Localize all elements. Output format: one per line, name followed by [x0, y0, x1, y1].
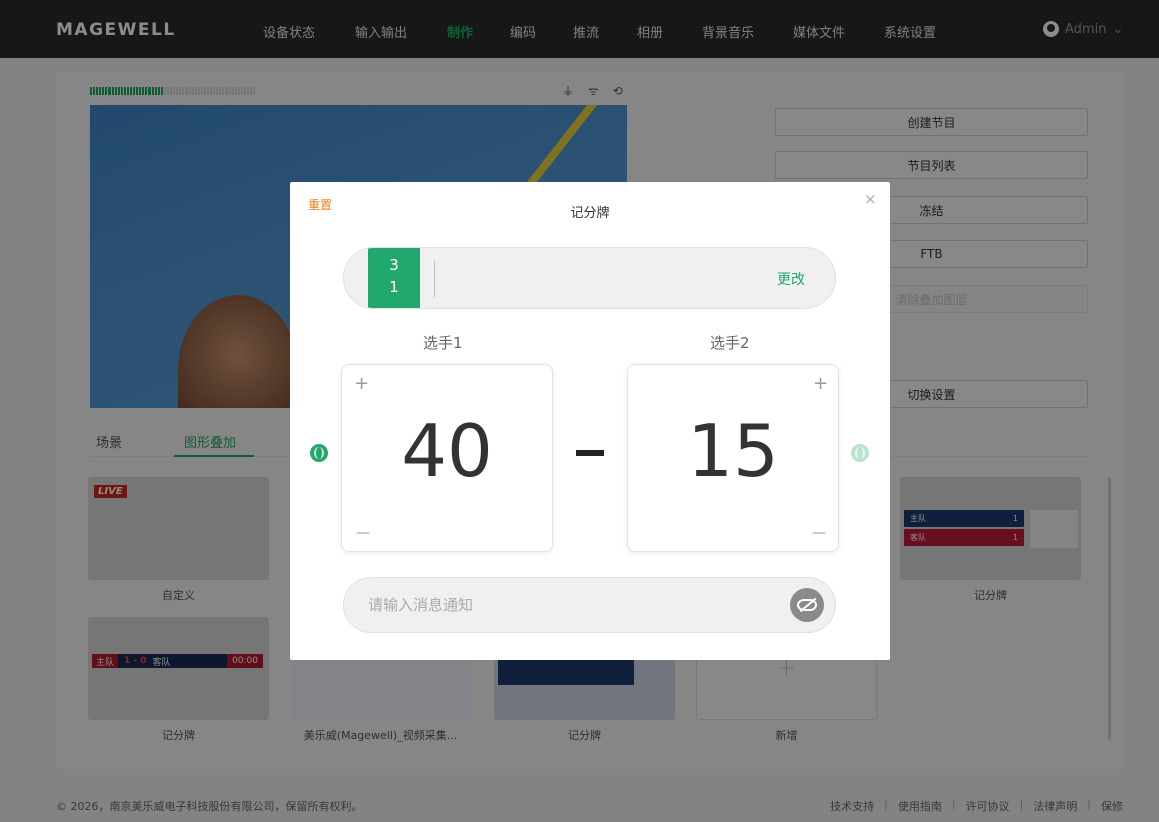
player1-score-card: + 40 — — [341, 364, 553, 552]
scoreboard-dialog: 重置 记分牌 × 3 1 更改 选手1 选手2 + 40 — + 15 — — [290, 182, 890, 660]
player2-label: 选手2 — [710, 334, 750, 352]
close-icon[interactable]: × — [864, 190, 877, 208]
set-score-bar: 3 1 更改 — [343, 247, 836, 309]
change-button[interactable]: 更改 — [777, 269, 805, 289]
player2-minus-button[interactable]: — — [812, 525, 826, 541]
message-input[interactable] — [368, 592, 768, 618]
message-bar — [343, 577, 836, 633]
dialog-title: 记分牌 — [570, 206, 610, 221]
player1-minus-button[interactable]: — — [356, 525, 370, 541]
hide-message-button[interactable] — [790, 588, 824, 622]
set-score-bottom: 1 — [389, 278, 399, 296]
serve-ball-icon-player2[interactable] — [851, 444, 869, 462]
player2-plus-button[interactable]: + — [813, 373, 828, 394]
set-score-box: 3 1 — [368, 248, 420, 308]
player2-score: 15 — [687, 409, 779, 493]
set-divider — [434, 261, 435, 297]
player1-score: 40 — [401, 409, 493, 493]
set-score-top: 3 — [389, 256, 399, 274]
player2-score-card: + 15 — — [627, 364, 839, 552]
player1-label: 选手1 — [423, 334, 463, 352]
score-separator — [576, 450, 604, 456]
player1-plus-button[interactable]: + — [354, 373, 369, 394]
serve-ball-icon-player1[interactable] — [310, 444, 328, 462]
